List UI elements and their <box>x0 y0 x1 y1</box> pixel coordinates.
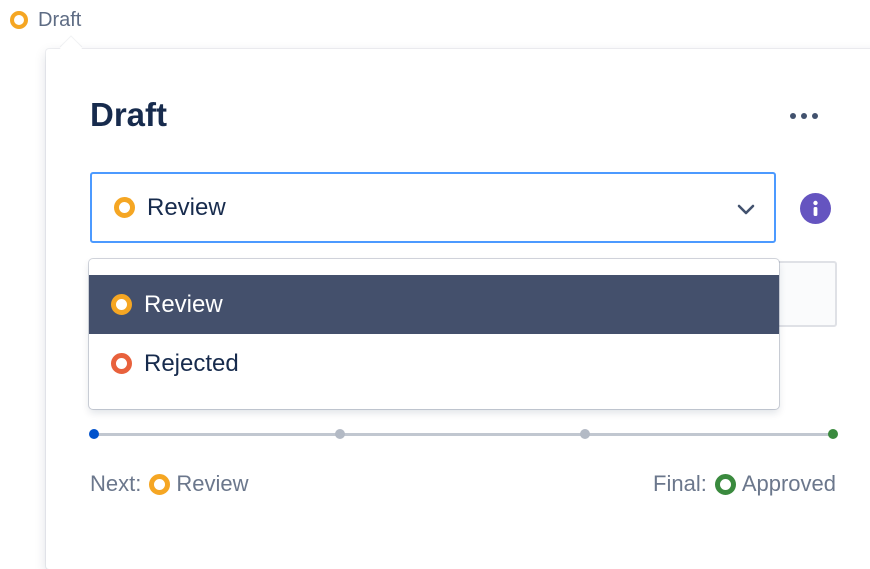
chevron-down-icon[interactable] <box>734 198 758 222</box>
status-trigger[interactable]: Draft <box>10 7 81 33</box>
progress-step <box>580 429 590 439</box>
final-prefix: Final: <box>653 471 707 496</box>
progress-step-final <box>828 429 838 439</box>
status-dropdown-menu: Review Rejected <box>89 259 779 409</box>
panel-title: Draft <box>90 96 168 133</box>
more-actions-button[interactable] <box>784 104 824 128</box>
menu-option-review[interactable]: Review <box>89 275 779 334</box>
status-select-value: Review <box>147 193 226 221</box>
next-status: Next: Review <box>90 470 249 498</box>
review-status-icon <box>149 473 171 495</box>
next-status-label: Review <box>176 471 249 496</box>
approved-status-icon <box>714 473 736 495</box>
menu-option-rejected[interactable]: Rejected <box>89 334 779 393</box>
status-trigger-label: Draft <box>38 8 82 31</box>
workflow-progress-track <box>94 433 834 436</box>
more-horizontal-icon <box>790 113 796 119</box>
final-status-label: Approved <box>741 471 836 496</box>
status-select[interactable]: Review <box>90 172 776 243</box>
review-status-icon <box>111 294 132 315</box>
progress-step <box>335 429 345 439</box>
info-icon[interactable] <box>800 193 831 224</box>
progress-step-current <box>89 429 99 439</box>
rejected-status-icon <box>111 353 132 374</box>
draft-status-icon <box>10 11 28 29</box>
review-status-icon <box>114 197 135 218</box>
menu-option-label: Rejected <box>144 349 239 377</box>
final-status: Final: Approved <box>653 470 836 498</box>
menu-option-label: Review <box>144 290 223 318</box>
next-prefix: Next: <box>90 471 142 496</box>
